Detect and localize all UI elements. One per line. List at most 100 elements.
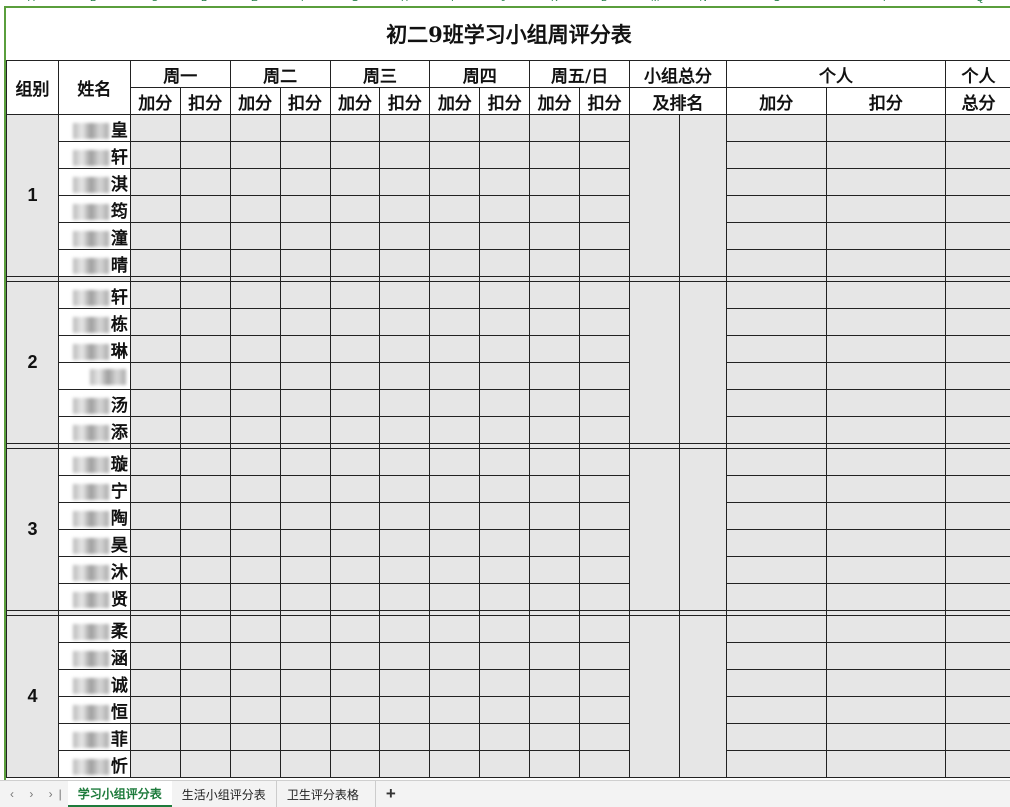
individual-score-cell[interactable] (946, 142, 1010, 169)
header-day-2[interactable]: 周二 (230, 61, 330, 88)
score-cell[interactable] (230, 417, 280, 444)
score-cell[interactable] (530, 557, 580, 584)
score-cell[interactable] (580, 223, 630, 250)
table-row[interactable]: 昊 (7, 530, 1010, 557)
header-deduct[interactable]: 扣分 (280, 88, 330, 115)
score-cell[interactable] (130, 643, 180, 670)
individual-score-cell[interactable] (826, 390, 946, 417)
score-cell[interactable] (430, 670, 480, 697)
individual-score-cell[interactable] (826, 309, 946, 336)
student-name[interactable]: 菲 (58, 724, 130, 751)
score-cell[interactable] (380, 390, 430, 417)
individual-score-cell[interactable] (726, 309, 826, 336)
score-cell[interactable] (480, 697, 530, 724)
individual-score-cell[interactable] (946, 751, 1010, 778)
score-cell[interactable] (430, 196, 480, 223)
score-cell[interactable] (580, 697, 630, 724)
score-cell[interactable] (679, 616, 726, 778)
score-cell[interactable] (230, 250, 280, 277)
score-cell[interactable] (580, 309, 630, 336)
column-letter[interactable]: B (90, 0, 97, 4)
table-row[interactable]: 轩 (7, 142, 1010, 169)
score-cell[interactable] (380, 363, 430, 390)
score-cell[interactable] (430, 584, 480, 611)
score-cell[interactable] (330, 282, 380, 309)
student-name[interactable]: 筠 (58, 196, 130, 223)
score-cell[interactable] (380, 643, 430, 670)
student-name[interactable]: 沐 (58, 557, 130, 584)
score-cell[interactable] (330, 115, 380, 142)
individual-score-cell[interactable] (726, 250, 826, 277)
score-cell[interactable] (430, 616, 480, 643)
score-cell[interactable] (480, 724, 530, 751)
student-name[interactable]: 晴 (58, 250, 130, 277)
column-letter[interactable]: E (251, 0, 258, 4)
score-cell[interactable] (280, 282, 330, 309)
score-cell[interactable] (480, 336, 530, 363)
score-cell[interactable] (430, 309, 480, 336)
individual-score-cell[interactable] (946, 584, 1010, 611)
table-row[interactable]: 晴 (7, 250, 1010, 277)
individual-score-cell[interactable] (826, 557, 946, 584)
score-cell[interactable] (230, 169, 280, 196)
score-cell[interactable] (480, 142, 530, 169)
score-table[interactable]: 组别 姓名 周一 周二 周三 周四 周五/日 小组总分 个人 个人 加分 扣分 … (6, 60, 1010, 778)
score-cell[interactable] (530, 670, 580, 697)
score-cell[interactable] (480, 476, 530, 503)
score-cell[interactable] (430, 142, 480, 169)
score-cell[interactable] (530, 169, 580, 196)
score-cell[interactable] (180, 724, 230, 751)
score-cell[interactable] (230, 697, 280, 724)
score-cell[interactable] (280, 309, 330, 336)
score-cell[interactable] (530, 449, 580, 476)
individual-score-cell[interactable] (826, 670, 946, 697)
individual-score-cell[interactable] (946, 530, 1010, 557)
score-cell[interactable] (230, 282, 280, 309)
individual-score-cell[interactable] (946, 250, 1010, 277)
score-cell[interactable] (280, 142, 330, 169)
score-cell[interactable] (180, 336, 230, 363)
score-cell[interactable] (130, 697, 180, 724)
individual-score-cell[interactable] (726, 643, 826, 670)
score-cell[interactable] (230, 336, 280, 363)
individual-score-cell[interactable] (726, 196, 826, 223)
column-letter[interactable]: O (773, 0, 781, 4)
score-cell[interactable] (380, 309, 430, 336)
table-row[interactable] (7, 363, 1010, 390)
individual-score-cell[interactable] (826, 724, 946, 751)
score-cell[interactable] (430, 336, 480, 363)
score-cell[interactable] (330, 530, 380, 557)
individual-score-cell[interactable] (826, 142, 946, 169)
individual-score-cell[interactable] (826, 363, 946, 390)
sheet-tab-life[interactable]: 生活小组评分表 (172, 781, 276, 807)
individual-score-cell[interactable] (726, 557, 826, 584)
header-day-5[interactable]: 周五/日 (530, 61, 630, 88)
score-cell[interactable] (430, 417, 480, 444)
individual-score-cell[interactable] (726, 390, 826, 417)
table-row[interactable]: 贤 (7, 584, 1010, 611)
header-group-rank[interactable]: 及排名 (630, 88, 727, 115)
table-row[interactable]: 陶 (7, 503, 1010, 530)
score-cell[interactable] (380, 530, 430, 557)
score-cell[interactable] (330, 417, 380, 444)
student-name[interactable]: 淇 (58, 169, 130, 196)
score-cell[interactable] (130, 476, 180, 503)
score-cell[interactable] (130, 196, 180, 223)
score-cell[interactable] (380, 449, 430, 476)
score-cell[interactable] (280, 196, 330, 223)
score-cell[interactable] (380, 697, 430, 724)
score-cell[interactable] (130, 557, 180, 584)
score-cell[interactable] (530, 115, 580, 142)
score-cell[interactable] (380, 250, 430, 277)
score-cell[interactable] (180, 363, 230, 390)
score-cell[interactable] (480, 643, 530, 670)
score-cell[interactable] (430, 476, 480, 503)
column-letter[interactable]: H (401, 0, 408, 4)
score-cell[interactable] (180, 697, 230, 724)
score-cell[interactable] (480, 223, 530, 250)
individual-score-cell[interactable] (946, 697, 1010, 724)
score-cell[interactable] (530, 616, 580, 643)
score-cell[interactable] (230, 115, 280, 142)
score-cell[interactable] (480, 196, 530, 223)
score-cell[interactable] (480, 616, 530, 643)
